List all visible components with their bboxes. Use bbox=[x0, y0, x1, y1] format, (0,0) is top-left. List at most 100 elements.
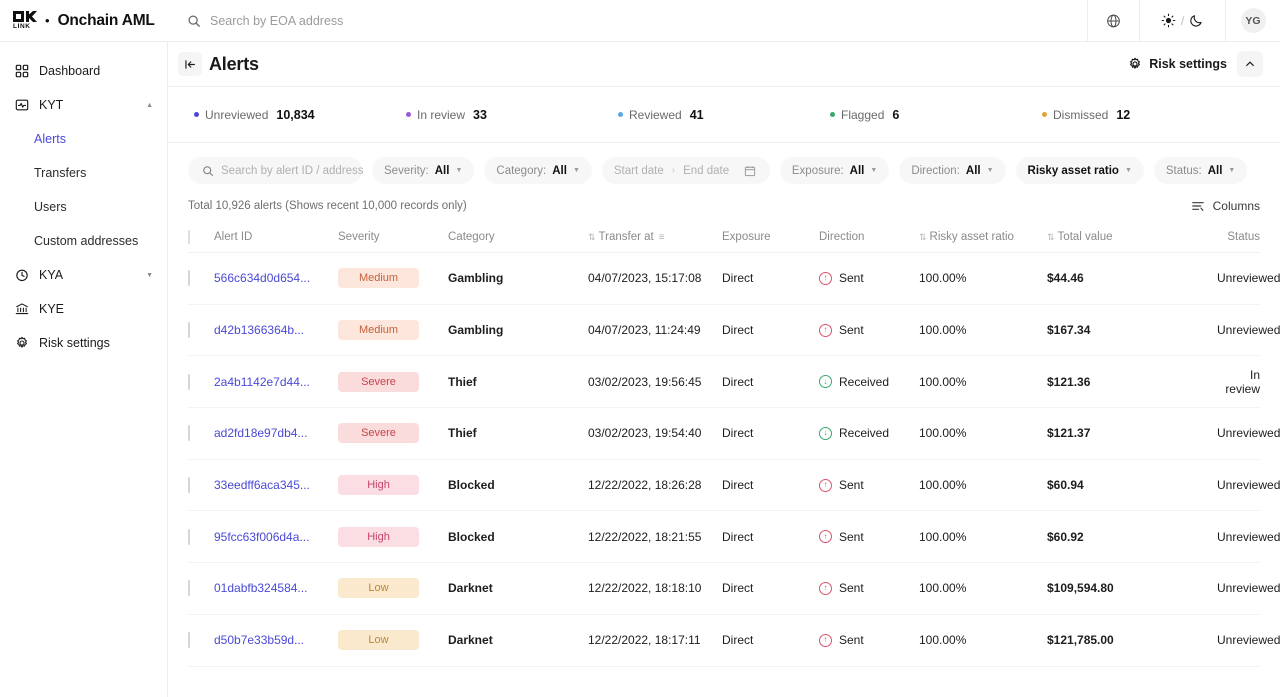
brand[interactable]: LINK • Onchain AML bbox=[0, 11, 168, 30]
column-alert-id[interactable]: Alert ID bbox=[214, 223, 338, 253]
row-checkbox[interactable] bbox=[188, 270, 190, 286]
cell-exposure: Direct bbox=[722, 408, 819, 460]
alert-id-link[interactable]: d50b7e33b59d... bbox=[214, 633, 304, 647]
sidebar-item-transfers[interactable]: Transfers bbox=[0, 156, 167, 190]
alert-id-link[interactable]: d42b1366364b... bbox=[214, 323, 304, 337]
stat-in-review[interactable]: In review 33 bbox=[406, 108, 618, 122]
sidebar-item-kye[interactable]: KYE bbox=[0, 292, 167, 326]
sidebar-item-risk-settings[interactable]: Risk settings bbox=[0, 326, 167, 360]
chevron-down-icon[interactable]: ▼ bbox=[146, 272, 153, 279]
alert-search-input[interactable]: Search by alert ID / address bbox=[188, 157, 362, 184]
table-row[interactable]: 33eedff6aca345...HighBlocked12/22/2022, … bbox=[188, 459, 1260, 511]
date-range-filter[interactable]: Start date › End date bbox=[602, 157, 770, 184]
row-select-cell bbox=[188, 511, 214, 563]
severity-filter[interactable]: Severity: All ▼ bbox=[372, 157, 474, 184]
table-row[interactable]: ad2fd18e97db4...SevereThief03/02/2023, 1… bbox=[188, 408, 1260, 460]
exposure-filter[interactable]: Exposure: All ▼ bbox=[780, 157, 889, 184]
alert-id-link[interactable]: 33eedff6aca345... bbox=[214, 478, 310, 492]
cell-status: Unreviewed bbox=[1217, 563, 1260, 615]
column-direction[interactable]: Direction bbox=[819, 223, 919, 253]
end-date-input[interactable]: End date bbox=[683, 165, 729, 177]
risk-settings-label: Risk settings bbox=[1149, 57, 1227, 71]
theme-toggle[interactable]: / bbox=[1140, 0, 1226, 41]
risk-settings-button[interactable]: Risk settings bbox=[1127, 57, 1227, 72]
stat-flagged[interactable]: Flagged 6 bbox=[830, 108, 1042, 122]
cell-severity: Low bbox=[338, 563, 448, 615]
global-search[interactable]: Search by EOA address bbox=[168, 0, 1088, 41]
column-category[interactable]: Category bbox=[448, 223, 588, 253]
table-row[interactable]: 2a4b1142e7d44...SevereThief03/02/2023, 1… bbox=[188, 356, 1260, 408]
table-row[interactable]: 95fcc63f006d4a...HighBlocked12/22/2022, … bbox=[188, 511, 1260, 563]
stat-label: Reviewed bbox=[629, 108, 682, 122]
column-select-all bbox=[188, 223, 214, 253]
status-dot bbox=[618, 112, 623, 117]
stat-reviewed[interactable]: Reviewed 41 bbox=[618, 108, 830, 122]
language-switcher[interactable] bbox=[1088, 0, 1140, 41]
sun-icon[interactable] bbox=[1161, 13, 1176, 28]
cell-total-value: $121.37 bbox=[1047, 408, 1217, 460]
column-severity[interactable]: Severity bbox=[338, 223, 448, 253]
columns-icon bbox=[1191, 198, 1206, 213]
sort-icon[interactable]: ⇅ bbox=[588, 232, 596, 242]
stat-label: Unreviewed bbox=[205, 108, 268, 122]
date-range-arrow: › bbox=[672, 165, 675, 176]
row-checkbox[interactable] bbox=[188, 529, 190, 545]
risky-asset-ratio-filter-label: Risky asset ratio bbox=[1028, 165, 1119, 177]
start-date-input[interactable]: Start date bbox=[614, 165, 664, 177]
category-filter[interactable]: Category: All ▼ bbox=[484, 157, 592, 184]
table-row[interactable]: d42b1366364b...MediumGambling04/07/2023,… bbox=[188, 304, 1260, 356]
alert-id-link[interactable]: 566c634d0d654... bbox=[214, 271, 310, 285]
alert-id-link[interactable]: ad2fd18e97db4... bbox=[214, 426, 307, 440]
column-total-value[interactable]: ⇅Total value bbox=[1047, 223, 1217, 253]
direction-filter[interactable]: Direction: All ▼ bbox=[899, 157, 1005, 184]
user-menu[interactable]: YG bbox=[1226, 8, 1280, 33]
transfer-at-text: 12/22/2022, 18:21:55 bbox=[588, 530, 701, 544]
oklink-logo-icon: LINK bbox=[13, 11, 37, 30]
stat-unreviewed[interactable]: Unreviewed 10,834 bbox=[194, 108, 406, 122]
row-checkbox[interactable] bbox=[188, 425, 190, 441]
column-transfer-at[interactable]: ⇅Transfer at≡ bbox=[588, 223, 722, 253]
total-count-text: Total 10,926 alerts (Shows recent 10,000… bbox=[188, 200, 467, 212]
risky-asset-ratio-filter[interactable]: Risky asset ratio ▼ bbox=[1016, 157, 1144, 184]
row-checkbox[interactable] bbox=[188, 477, 190, 493]
row-checkbox[interactable] bbox=[188, 374, 190, 390]
sort-icon[interactable]: ⇅ bbox=[1047, 232, 1055, 242]
top-bar: LINK • Onchain AML Search by EOA address bbox=[0, 0, 1280, 42]
chevron-up-icon[interactable]: ▲ bbox=[146, 102, 153, 109]
filter-icon[interactable]: ≡ bbox=[659, 232, 665, 243]
row-checkbox[interactable] bbox=[188, 580, 190, 596]
sidebar-group-kyt[interactable]: KYT ▲ bbox=[0, 88, 167, 122]
category-text: Gambling bbox=[448, 323, 503, 337]
column-status[interactable]: Status bbox=[1217, 223, 1260, 253]
alert-id-link[interactable]: 01dabfb324584... bbox=[214, 581, 307, 595]
moon-icon[interactable] bbox=[1189, 13, 1204, 28]
cell-exposure: Direct bbox=[722, 304, 819, 356]
collapse-panel-button[interactable] bbox=[1237, 51, 1263, 77]
calendar-icon[interactable] bbox=[743, 163, 758, 178]
columns-button[interactable]: Columns bbox=[1191, 198, 1260, 213]
column-exposure[interactable]: Exposure bbox=[722, 223, 819, 253]
table-row[interactable]: 01dabfb324584...LowDarknet12/22/2022, 18… bbox=[188, 563, 1260, 615]
sidebar-group-kya[interactable]: KYA ▼ bbox=[0, 258, 167, 292]
status-dot bbox=[830, 112, 835, 117]
alert-id-link[interactable]: 2a4b1142e7d44... bbox=[214, 375, 310, 389]
alert-id-link[interactable]: 95fcc63f006d4a... bbox=[214, 530, 309, 544]
sidebar-item-custom-addresses[interactable]: Custom addresses bbox=[0, 224, 167, 258]
table-row[interactable]: 566c634d0d654...MediumGambling04/07/2023… bbox=[188, 253, 1260, 305]
sort-icon[interactable]: ⇅ bbox=[919, 232, 927, 242]
cell-direction: ↑Sent bbox=[819, 563, 919, 615]
collapse-sidebar-icon[interactable] bbox=[178, 52, 202, 76]
status-filter[interactable]: Status: All ▼ bbox=[1154, 157, 1247, 184]
table-row[interactable]: d50b7e33b59d...LowDarknet12/22/2022, 18:… bbox=[188, 614, 1260, 666]
row-checkbox[interactable] bbox=[188, 632, 190, 648]
select-all-checkbox[interactable] bbox=[188, 230, 190, 244]
severity-filter-value: All bbox=[435, 165, 450, 177]
column-risky-asset-ratio[interactable]: ⇅Risky asset ratio bbox=[919, 223, 1047, 253]
stat-dismissed[interactable]: Dismissed 12 bbox=[1042, 108, 1254, 122]
cell-severity: High bbox=[338, 459, 448, 511]
avatar[interactable]: YG bbox=[1241, 8, 1266, 33]
sidebar-item-users[interactable]: Users bbox=[0, 190, 167, 224]
sidebar-item-dashboard[interactable]: Dashboard bbox=[0, 54, 167, 88]
sidebar-item-alerts[interactable]: Alerts bbox=[0, 122, 167, 156]
row-checkbox[interactable] bbox=[188, 322, 190, 338]
